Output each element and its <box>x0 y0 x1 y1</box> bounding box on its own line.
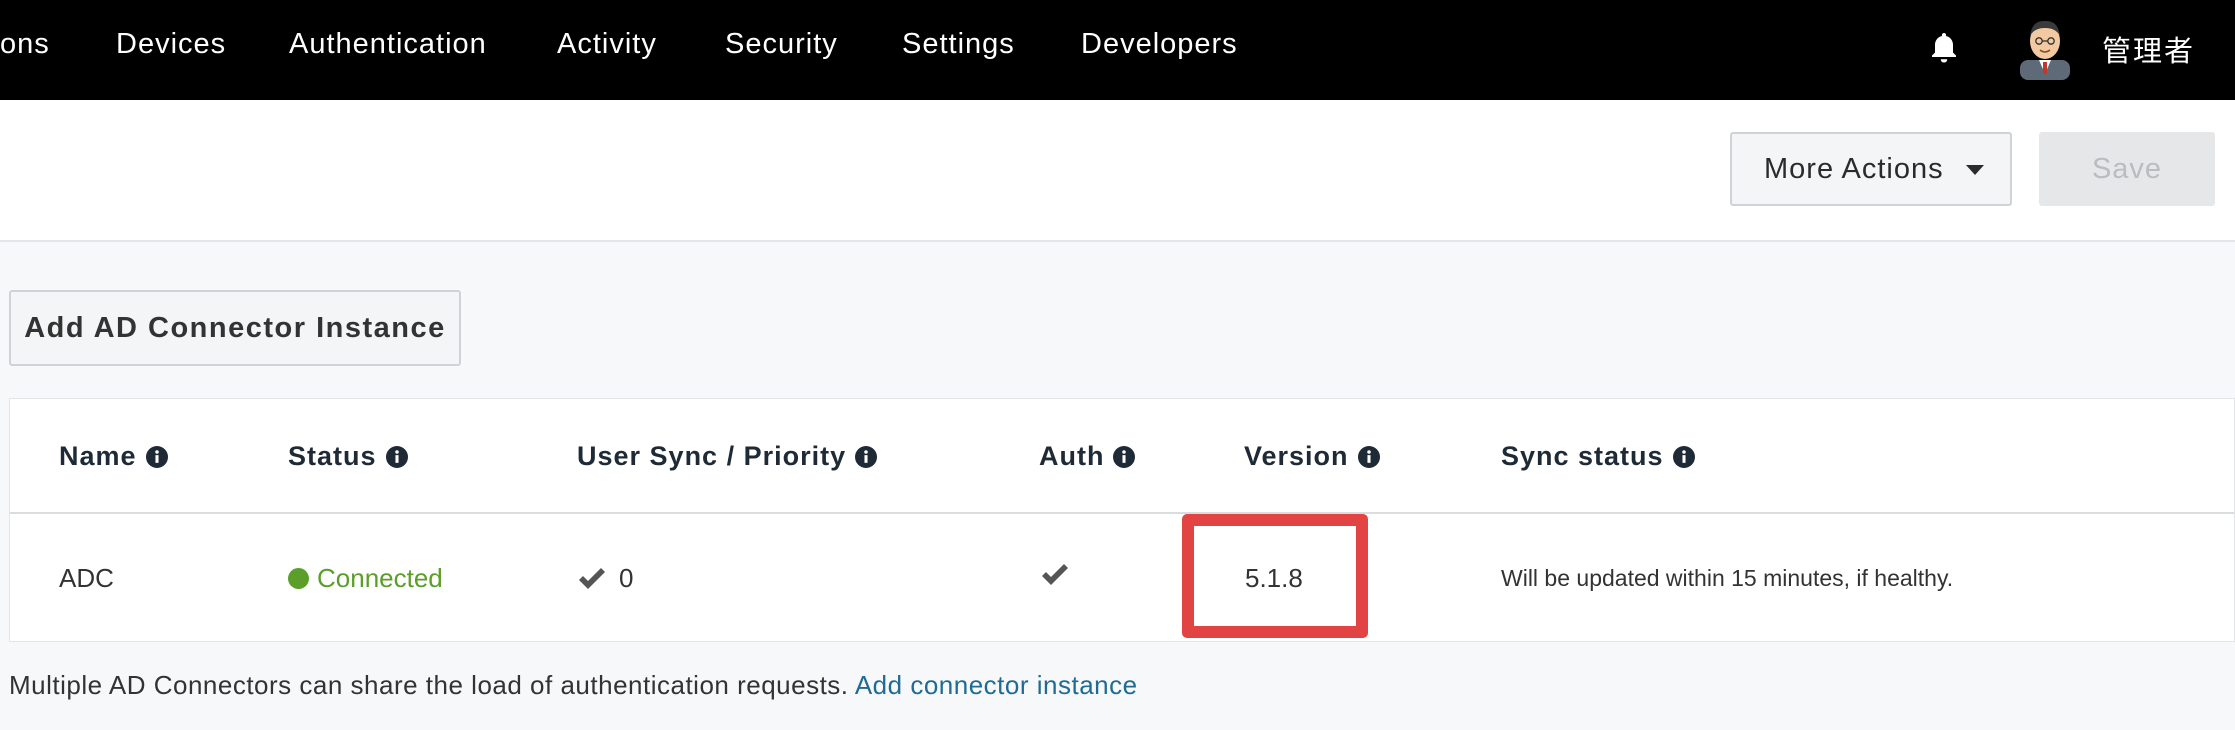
info-icon[interactable] <box>145 445 168 468</box>
nav-item-developers[interactable]: Developers <box>1081 28 1238 61</box>
priority-value: 0 <box>619 563 634 593</box>
info-icon[interactable] <box>1113 445 1136 468</box>
nav-item-applications[interactable]: ons <box>0 28 50 61</box>
info-icon[interactable] <box>385 445 408 468</box>
connector-table: Name Status User Sync / Priority Auth Ve… <box>9 398 2235 642</box>
info-icon[interactable] <box>1357 445 1380 468</box>
action-bar: More Actions Save <box>0 100 2235 242</box>
info-icon[interactable] <box>1672 445 1695 468</box>
footer-note: Multiple AD Connectors can share the loa… <box>9 670 1138 701</box>
nav-item-authentication[interactable]: Authentication <box>289 28 487 61</box>
status-text: Connected <box>317 563 443 593</box>
footer-text: Multiple AD Connectors can share the loa… <box>9 670 849 700</box>
nav-item-devices[interactable]: Devices <box>116 28 226 61</box>
version-highlight-box <box>1182 514 1368 638</box>
more-actions-label: More Actions <box>1764 152 1944 185</box>
top-navigation: ons Devices Authentication Activity Secu… <box>0 0 2235 100</box>
more-actions-button[interactable]: More Actions <box>1730 132 2012 206</box>
cell-name: ADC <box>59 563 114 593</box>
status-connected-dot-icon <box>288 568 309 589</box>
column-header-status: Status <box>288 441 408 472</box>
column-header-name: Name <box>59 441 168 472</box>
user-name[interactable]: 管理者 <box>2102 28 2195 70</box>
cell-auth <box>1040 563 1082 587</box>
info-icon[interactable] <box>855 445 878 468</box>
checkmark-icon <box>579 567 605 589</box>
cell-user-sync-priority: 0 <box>577 563 633 594</box>
header-divider <box>10 512 2234 514</box>
column-header-user-sync-priority: User Sync / Priority <box>577 441 878 472</box>
add-ad-connector-instance-button[interactable]: Add AD Connector Instance <box>9 290 461 366</box>
nav-item-settings[interactable]: Settings <box>902 28 1015 61</box>
nav-item-security[interactable]: Security <box>725 28 838 61</box>
avatar[interactable] <box>2018 16 2072 80</box>
column-header-auth: Auth <box>1039 441 1136 472</box>
bell-icon[interactable] <box>1926 30 1962 66</box>
cell-status: Connected <box>288 563 443 594</box>
cell-sync-status: Will be updated within 15 minutes, if he… <box>1501 565 1954 591</box>
caret-down-icon <box>1966 165 1984 175</box>
checkmark-icon <box>1042 564 1068 585</box>
add-connector-instance-link[interactable]: Add connector instance <box>855 670 1138 700</box>
column-header-sync-status: Sync status <box>1501 441 1695 472</box>
save-button[interactable]: Save <box>2039 132 2215 206</box>
nav-item-activity[interactable]: Activity <box>557 28 657 61</box>
column-header-version: Version <box>1244 441 1380 472</box>
